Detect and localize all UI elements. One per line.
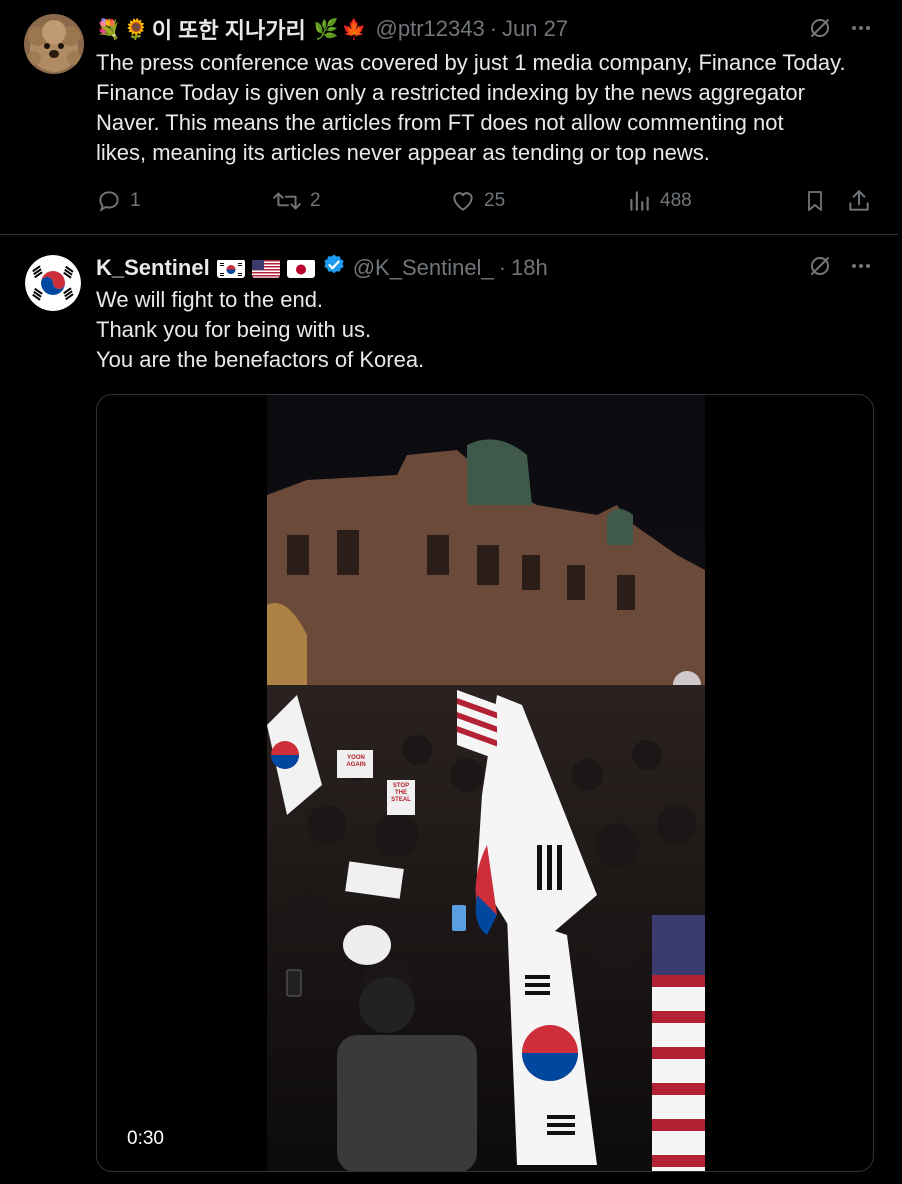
like-button[interactable]: 25 <box>450 184 505 218</box>
us-flag-icon <box>251 259 280 278</box>
japan-flag-icon <box>286 259 315 278</box>
tweet-1-top-icons <box>808 16 872 40</box>
retweet-count: 2 <box>310 190 321 211</box>
more-icon[interactable] <box>850 255 872 277</box>
grok-icon[interactable] <box>808 254 832 278</box>
view-count: 488 <box>660 190 692 211</box>
tweet-2-text: We will fight to the end. Thank you for … <box>96 287 425 372</box>
like-icon <box>450 188 476 214</box>
reply-icon <box>96 188 122 214</box>
verified-badge-icon[interactable] <box>322 253 346 283</box>
views-icon <box>626 188 652 214</box>
bouquet-emoji: 💐 <box>96 18 121 41</box>
video-player[interactable]: YOON AGAIN STOP THE STEAL 0:30 <box>96 394 874 1172</box>
bookmark-icon <box>803 188 827 214</box>
retweet-button[interactable]: 2 <box>272 184 321 218</box>
retweet-icon <box>272 188 302 214</box>
tweet-1-actions: 1 2 25 488 <box>96 184 876 218</box>
bookmark-button[interactable] <box>803 184 827 218</box>
display-name[interactable]: K_Sentinel <box>96 255 210 281</box>
sign-yoon-again: YOON AGAIN <box>346 755 366 768</box>
like-count: 25 <box>484 190 506 211</box>
separator: · <box>498 255 507 280</box>
handle[interactable]: @ptr12343 <box>376 16 485 42</box>
reply-button[interactable]: 1 <box>96 184 141 218</box>
grok-icon[interactable] <box>808 16 832 40</box>
sign-stop-the-steal: STOP THE STEAL <box>391 783 411 803</box>
avatar-dog[interactable] <box>24 14 84 74</box>
herb-emoji: 🌿 <box>313 18 339 41</box>
display-name[interactable]: 이 또한 지나가리 <box>152 13 306 45</box>
views-button[interactable]: 488 <box>626 184 692 218</box>
tweet-1-header: 💐 🌻 이 또한 지나가리 🌿 🍁 @ptr12343 · Jun 27 <box>96 14 568 44</box>
share-button[interactable] <box>846 184 872 218</box>
korea-flag-icon <box>216 259 245 278</box>
reply-count: 1 <box>130 190 141 211</box>
separator: · <box>489 16 498 41</box>
more-icon[interactable] <box>850 17 872 39</box>
tweet-2-top-icons <box>808 254 872 278</box>
video-duration: 0:30 <box>127 1128 164 1149</box>
tweet-2-header: K_Sentinel @K_Sentinel_ · 18h <box>96 253 548 283</box>
tweet-1-text: The press conference was covered by just… <box>96 50 846 165</box>
sunflower-emoji: 🌻 <box>123 18 149 41</box>
timestamp[interactable]: 18h <box>511 255 548 281</box>
handle[interactable]: @K_Sentinel_ <box>353 255 494 281</box>
timestamp[interactable]: Jun 27 <box>502 16 568 42</box>
avatar-korea-flag[interactable] <box>25 255 81 311</box>
video-thumbnail[interactable]: YOON AGAIN STOP THE STEAL <box>267 395 705 1171</box>
maple-leaf-emoji: 🍁 <box>341 18 367 41</box>
share-icon <box>846 188 872 214</box>
